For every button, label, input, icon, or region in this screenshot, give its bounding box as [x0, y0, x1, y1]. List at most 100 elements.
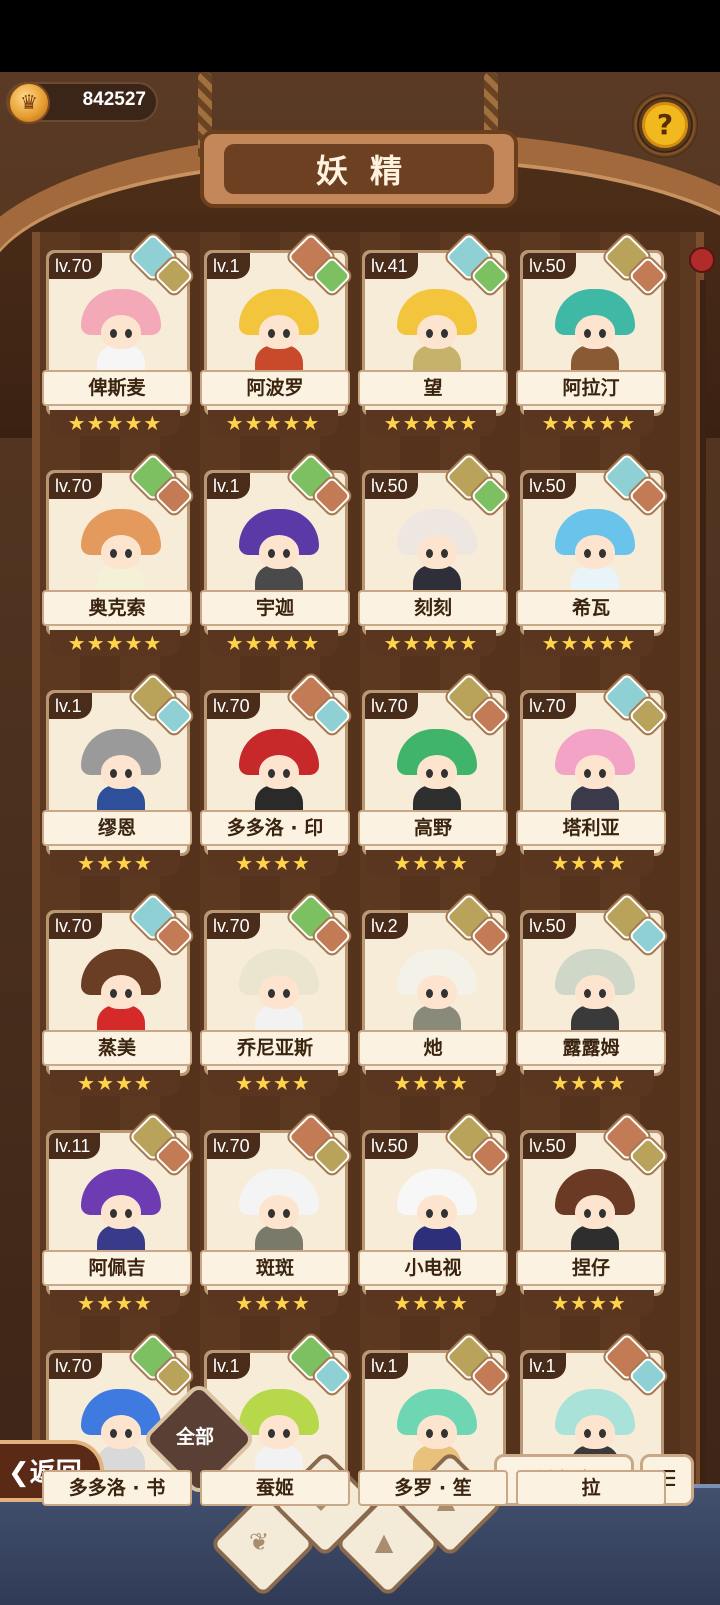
- fairy-face: [417, 1415, 457, 1449]
- fairy-card[interactable]: lv.50 露露姆 ★★★★: [514, 892, 668, 1100]
- fairy-name: 多多洛 · 印: [200, 810, 350, 846]
- sprout-glyph: ❦: [248, 1528, 270, 1556]
- fairy-stars: ★★★★: [50, 1290, 180, 1316]
- fairy-stars: ★★★★: [366, 1290, 496, 1316]
- fairy-portrait: [229, 719, 329, 819]
- fairy-stars: ★★★★★: [208, 630, 338, 656]
- fairy-stars: ★★★★: [524, 850, 654, 876]
- fairy-eye: [584, 1429, 591, 1438]
- fairy-face: [259, 1195, 299, 1229]
- fairy-face: [101, 535, 141, 569]
- fairy-face: [101, 975, 141, 1009]
- ladybug-icon: [689, 247, 715, 273]
- fairy-stars: ★★★★★: [50, 630, 180, 656]
- fairy-card[interactable]: lv.11 阿佩吉 ★★★★: [40, 1112, 194, 1320]
- fairy-level: lv.70: [207, 913, 260, 939]
- fairy-card[interactable]: lv.70 斑斑 ★★★★: [198, 1112, 352, 1320]
- fairy-stars: ★★★★: [524, 1070, 654, 1096]
- fairy-name: 灺: [358, 1030, 508, 1066]
- fairy-eye: [125, 329, 132, 338]
- fairy-eye: [599, 1209, 606, 1218]
- fairy-level: lv.11: [49, 1133, 101, 1159]
- fairy-name: 阿波罗: [200, 370, 350, 406]
- fairy-card[interactable]: lv.1 宇迦 ★★★★★: [198, 452, 352, 660]
- fairy-face: [101, 315, 141, 349]
- fairy-portrait: [71, 279, 171, 379]
- fairy-portrait: [545, 719, 645, 819]
- fairy-card[interactable]: lv.70 蒸美 ★★★★: [40, 892, 194, 1100]
- hill-glyph: ▲: [374, 1528, 394, 1556]
- fairy-face: [259, 755, 299, 789]
- title-sign: 妖精: [200, 130, 518, 208]
- fairy-name: 蒸美: [42, 1030, 192, 1066]
- fairy-face: [417, 535, 457, 569]
- fairy-portrait: [387, 499, 487, 599]
- fairy-name: 小电视: [358, 1250, 508, 1286]
- fairy-face: [101, 1195, 141, 1229]
- fairy-portrait: [387, 1159, 487, 1259]
- crown-coin-icon: ♛: [8, 82, 50, 124]
- fairy-level: lv.2: [365, 913, 408, 939]
- fairy-card[interactable]: lv.70 乔尼亚斯 ★★★★: [198, 892, 352, 1100]
- fairy-stars: ★★★★: [524, 1290, 654, 1316]
- fairy-card[interactable]: lv.50 小电视 ★★★★: [356, 1112, 510, 1320]
- fairy-level: lv.1: [207, 253, 250, 279]
- fairy-face: [575, 1415, 615, 1449]
- fairy-eye: [599, 329, 606, 338]
- scrollbar[interactable]: [700, 280, 706, 1580]
- fairy-level: lv.70: [49, 253, 102, 279]
- fairy-eye: [426, 989, 433, 998]
- fairy-face: [259, 1415, 299, 1449]
- fairy-level: lv.70: [207, 1133, 260, 1159]
- fairy-level: lv.70: [207, 693, 260, 719]
- fairy-name: 奥克索: [42, 590, 192, 626]
- fairy-card[interactable]: lv.50 捏仔 ★★★★: [514, 1112, 668, 1320]
- fairy-eye: [441, 989, 448, 998]
- fairy-eye: [110, 1429, 117, 1438]
- fairy-card[interactable]: lv.2 灺 ★★★★: [356, 892, 510, 1100]
- fairy-name: 希瓦: [516, 590, 666, 626]
- fairy-eye: [426, 549, 433, 558]
- fairy-card[interactable]: lv.70 高野 ★★★★: [356, 672, 510, 880]
- fairy-eye: [584, 1209, 591, 1218]
- fairy-level: lv.50: [523, 253, 576, 279]
- fairy-portrait: [545, 279, 645, 379]
- fairy-face: [101, 1415, 141, 1449]
- help-button[interactable]: ?: [632, 92, 698, 158]
- fairy-face: [417, 1195, 457, 1229]
- fairy-card[interactable]: lv.50 刻刻 ★★★★★: [356, 452, 510, 660]
- fairy-portrait: [229, 279, 329, 379]
- fairy-portrait: [545, 939, 645, 1039]
- fairy-level: lv.1: [49, 693, 92, 719]
- fairy-card[interactable]: lv.50 希瓦 ★★★★★: [514, 452, 668, 660]
- fairy-stars: ★★★★★: [366, 410, 496, 436]
- fairy-eye: [268, 1429, 275, 1438]
- fairy-card[interactable]: lv.1 阿波罗 ★★★★★: [198, 232, 352, 440]
- fairy-eye: [426, 329, 433, 338]
- fairy-card[interactable]: lv.50 阿拉汀 ★★★★★: [514, 232, 668, 440]
- fairy-card[interactable]: lv.70 奥克索 ★★★★★: [40, 452, 194, 660]
- fairy-stars: ★★★★: [50, 850, 180, 876]
- fairy-card[interactable]: lv.70 俾斯麦 ★★★★★: [40, 232, 194, 440]
- fairy-card[interactable]: lv.70 塔利亚 ★★★★: [514, 672, 668, 880]
- fairy-eye: [441, 549, 448, 558]
- fairy-portrait: [71, 499, 171, 599]
- fairy-level: lv.70: [365, 693, 418, 719]
- fairy-stars: ★★★★★: [366, 630, 496, 656]
- fairy-card[interactable]: lv.1 缪恩 ★★★★: [40, 672, 194, 880]
- fairy-eye: [584, 989, 591, 998]
- fairy-stars: ★★★★: [208, 1070, 338, 1096]
- fairy-card[interactable]: lv.41 望 ★★★★★: [356, 232, 510, 440]
- fairy-face: [575, 535, 615, 569]
- fairy-card[interactable]: lv.70 多多洛 · 印 ★★★★: [198, 672, 352, 880]
- fairy-eye: [599, 1429, 606, 1438]
- fairy-stars: ★★★★: [208, 1290, 338, 1316]
- fairy-level: lv.50: [523, 473, 576, 499]
- fairy-eye: [283, 1209, 290, 1218]
- currency-display: ♛ 842527: [6, 82, 158, 124]
- fairy-stars: ★★★★★: [208, 410, 338, 436]
- fairy-level: lv.70: [49, 913, 102, 939]
- fairy-eye: [125, 989, 132, 998]
- fairy-eye: [268, 329, 275, 338]
- fairy-eye: [110, 1209, 117, 1218]
